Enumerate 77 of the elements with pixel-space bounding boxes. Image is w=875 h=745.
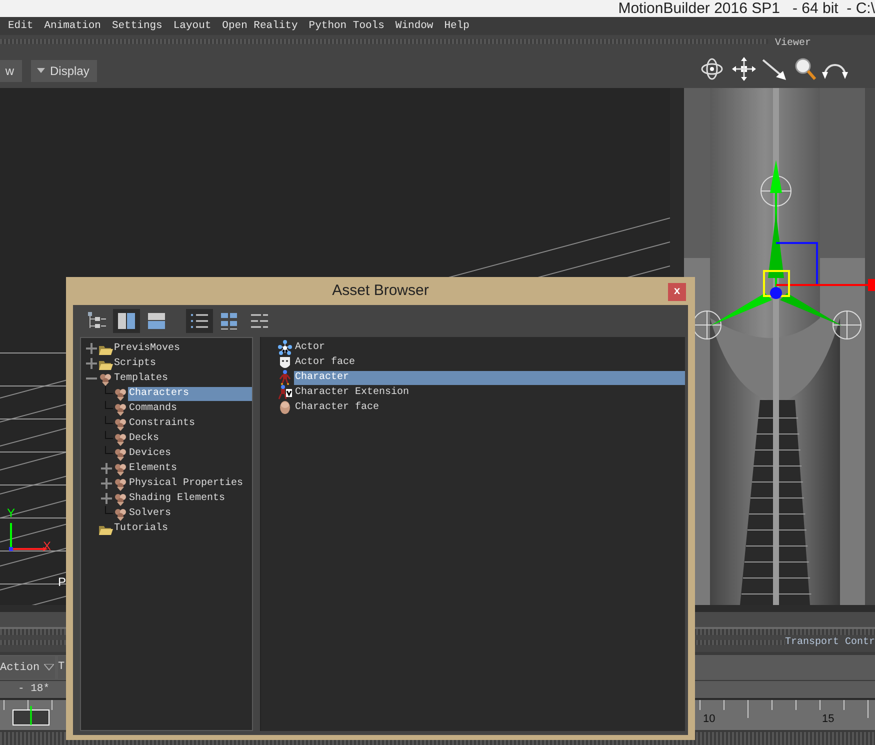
tree-connector-line bbox=[105, 446, 113, 454]
heart-cluster-icon bbox=[98, 371, 113, 386]
node-network-icon bbox=[278, 340, 292, 355]
dialog-title: Asset Browser bbox=[332, 282, 429, 299]
list-item[interactable]: Actor bbox=[294, 340, 326, 354]
tree-connector-line bbox=[105, 416, 113, 424]
menu-item[interactable]: Open Reality bbox=[222, 20, 298, 32]
tree-connector-line bbox=[105, 506, 113, 514]
split-vertical-icon bbox=[116, 311, 137, 331]
menu-item[interactable]: Python Tools bbox=[308, 20, 384, 32]
camera-label: P bbox=[58, 575, 66, 589]
list-item[interactable]: Character Extension bbox=[294, 386, 410, 400]
expand-icon[interactable] bbox=[86, 343, 97, 354]
panel-title: Viewer bbox=[775, 38, 812, 49]
timeline-label: 15 bbox=[822, 713, 834, 725]
grid-icon bbox=[219, 311, 240, 331]
heart-cluster-icon bbox=[113, 461, 128, 476]
tree-item[interactable]: Shading Elements bbox=[128, 492, 226, 506]
tree-item[interactable]: Devices bbox=[128, 446, 172, 460]
magnifier-icon[interactable] bbox=[793, 57, 819, 81]
heart-cluster-icon bbox=[113, 431, 128, 446]
menu-item[interactable]: Edit bbox=[8, 20, 34, 32]
tree-connector-line bbox=[105, 431, 113, 439]
expand-icon[interactable] bbox=[86, 358, 97, 369]
heart-cluster-icon bbox=[113, 491, 128, 506]
tree-view-icon bbox=[86, 311, 107, 331]
timeline-label: 10 bbox=[703, 713, 716, 725]
heart-cluster-icon bbox=[113, 386, 128, 401]
time-slider-handle[interactable] bbox=[12, 706, 52, 726]
list-icon bbox=[189, 311, 210, 331]
window-title: MotionBuilder 2016 SP1 - 64 bit - C:\ bbox=[618, 0, 875, 17]
tree-item[interactable]: Templates bbox=[113, 372, 170, 386]
tree-item[interactable]: Tutorials bbox=[113, 522, 170, 536]
toolbar-button[interactable] bbox=[113, 309, 140, 333]
expand-icon[interactable] bbox=[101, 463, 112, 474]
menu-item[interactable]: Settings bbox=[112, 20, 162, 32]
toolbar-button[interactable]: Display bbox=[31, 60, 98, 82]
tree-item[interactable]: Physical Properties bbox=[128, 476, 244, 490]
tree-connector-line bbox=[105, 386, 113, 394]
figure-icon bbox=[278, 370, 292, 385]
close-button[interactable]: x bbox=[668, 283, 686, 301]
heart-cluster-icon bbox=[113, 401, 128, 416]
menu-item[interactable]: Window bbox=[395, 20, 434, 32]
split-horizontal-icon bbox=[146, 311, 167, 331]
tree-connector-line bbox=[105, 401, 113, 409]
panel-title: Transport Contr bbox=[784, 637, 875, 648]
menu-item[interactable]: Animation bbox=[44, 20, 101, 32]
tree-item[interactable]: Elements bbox=[128, 462, 178, 476]
expand-icon[interactable] bbox=[101, 478, 112, 489]
frame-field[interactable]: - 18* bbox=[18, 681, 50, 698]
heart-cluster-icon bbox=[113, 506, 128, 521]
heart-cluster-icon bbox=[113, 416, 128, 431]
heart-cluster-icon bbox=[113, 476, 128, 491]
heart-cluster-icon bbox=[113, 446, 128, 461]
list-item[interactable]: Actor face bbox=[294, 356, 356, 370]
tree-item[interactable]: Constraints bbox=[128, 416, 196, 430]
expand-icon[interactable] bbox=[101, 493, 112, 504]
caret-icon bbox=[37, 68, 45, 74]
tree-item[interactable]: Scripts bbox=[113, 356, 158, 370]
toolbar-button[interactable] bbox=[186, 309, 213, 333]
axis-label: X bbox=[43, 539, 52, 553]
list-item[interactable]: Character face bbox=[294, 400, 380, 414]
tree-item[interactable]: Decks bbox=[128, 432, 160, 446]
tree-item[interactable]: Commands bbox=[128, 402, 178, 416]
head-icon bbox=[278, 400, 292, 415]
axis-label: Y bbox=[7, 506, 16, 520]
mask-icon bbox=[278, 355, 292, 370]
tree-item[interactable]: Solvers bbox=[128, 506, 172, 520]
figure-with-tag-icon bbox=[278, 385, 292, 400]
toolbar-button[interactable]: w bbox=[0, 60, 22, 82]
move-icon[interactable] bbox=[732, 57, 758, 81]
menu-item[interactable]: Help bbox=[444, 20, 470, 32]
diagonal-arrow-icon[interactable] bbox=[762, 57, 788, 81]
caret-icon bbox=[44, 664, 54, 671]
tree-item[interactable]: PrevisMoves bbox=[113, 342, 182, 356]
menu-item[interactable]: Layout bbox=[173, 20, 212, 32]
dropdown[interactable]: Action bbox=[0, 656, 55, 679]
